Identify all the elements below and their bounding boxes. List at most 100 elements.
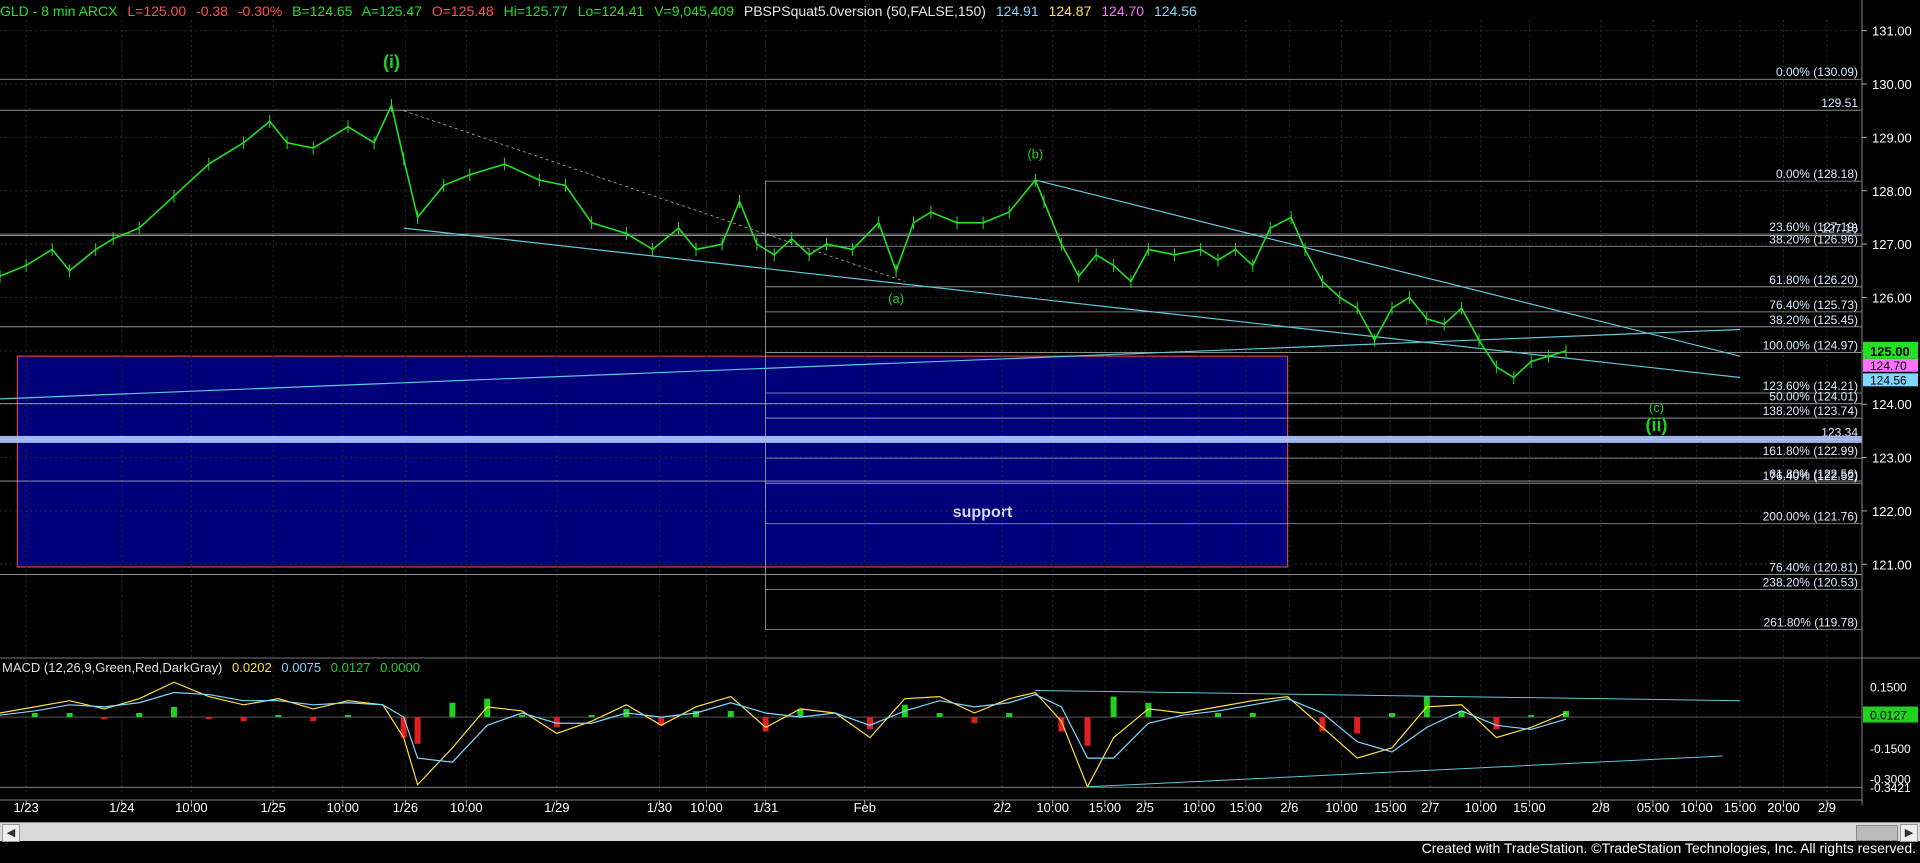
macd-histogram-bar xyxy=(519,715,525,718)
macd-histogram-bar xyxy=(240,717,247,722)
fib-level-label: 76.40% (125.73) xyxy=(1769,298,1858,312)
macd-title: MACD (12,26,9,Green,Red,DarkGray) xyxy=(2,660,223,675)
x-tick-label: 15:00 xyxy=(1374,800,1407,815)
macd-histogram-bar xyxy=(310,717,317,722)
x-tick-label: 10:00 xyxy=(450,800,483,815)
indicator-value-2: 124.87 xyxy=(1048,3,1092,19)
macd-histogram-bar xyxy=(588,715,595,718)
time-scrollbar[interactable]: ◀ ▶ xyxy=(0,822,1920,842)
last-price-label: 125.00 xyxy=(1870,344,1910,359)
fib-level-label: 129.51 xyxy=(1821,96,1858,110)
macd-histogram-bar xyxy=(101,717,108,720)
macd-histogram-bar xyxy=(205,717,212,720)
x-tick-label: 10:00 xyxy=(175,800,208,815)
macd-value-2: 0.0075 xyxy=(281,660,322,675)
x-tick-label: 1/31 xyxy=(753,800,778,815)
wave-label: (a) xyxy=(888,291,904,306)
y-tick-label: 124.00 xyxy=(1872,397,1912,412)
highlight-band xyxy=(0,435,1862,443)
x-tick-label: 2/8 xyxy=(1592,800,1610,815)
macd-histogram-bar xyxy=(66,713,73,718)
macd-histogram-bar xyxy=(1084,717,1091,746)
macd-y-tick-label: 0.0127 xyxy=(1870,708,1907,722)
macd-histogram-bar xyxy=(1354,717,1361,734)
macd-histogram-bar xyxy=(1389,713,1395,718)
indicator-label: PBSPSquat5.0version (50,FALSE,150) xyxy=(743,3,986,19)
macd-histogram-bar xyxy=(345,715,351,718)
scroll-thumb[interactable] xyxy=(1856,825,1898,841)
fib-level-label: 38.20% (125.45) xyxy=(1769,313,1858,327)
x-tick-label: Feb xyxy=(854,800,876,815)
x-tick-label: 2/9 xyxy=(1818,800,1836,815)
right-marker-label: 124.70 xyxy=(1870,359,1907,373)
x-tick-label: 10:00 xyxy=(1680,800,1713,815)
support-zone-label: support xyxy=(953,504,1013,521)
ask-label: A=125.47 xyxy=(361,3,422,19)
x-tick-label: 10:00 xyxy=(1183,800,1216,815)
macd-histogram-bar xyxy=(1215,713,1221,718)
y-tick-label: 131.00 xyxy=(1872,24,1912,39)
fib-level-label: 100.00% (124.97) xyxy=(1763,338,1858,352)
fib-level-label: 176.40% (122.52) xyxy=(1763,469,1858,483)
fib-level-label: 0.00% (128.18) xyxy=(1776,167,1858,181)
wave-label: (c) xyxy=(1649,400,1664,415)
y-tick-label: 129.00 xyxy=(1872,130,1912,145)
fib-level-label: 38.20% (126.96) xyxy=(1769,232,1858,246)
volume-label: V=9,045,409 xyxy=(654,3,734,19)
x-tick-label: 15:00 xyxy=(1724,800,1757,815)
change-label: -0.38 xyxy=(196,3,228,19)
wave-label: (i) xyxy=(383,52,400,72)
x-tick-label: 10:00 xyxy=(1036,800,1069,815)
x-tick-label: 2/5 xyxy=(1136,800,1154,815)
chart-canvas: support 0.00% (130.09) 129.51 0.00% (128.1… xyxy=(0,0,1920,858)
x-tick-label: 2/6 xyxy=(1280,800,1298,815)
chart-root: support 0.00% (130.09) 129.51 0.00% (128.1… xyxy=(0,0,1920,858)
macd-histogram-bar xyxy=(1528,715,1535,718)
bid-label: B=124.65 xyxy=(292,3,353,19)
chart-header: GLD - 8 min ARCX L=125.00 -0.38 -0.30% B… xyxy=(0,0,1864,22)
macd-y-tick-label: 0.1500 xyxy=(1870,680,1907,694)
fib-level-label: 238.20% (120.53) xyxy=(1763,575,1858,589)
macd-value-1: 0.0202 xyxy=(231,660,272,675)
macd-histogram-bar xyxy=(936,713,943,718)
macd-header: MACD (12,26,9,Green,Red,DarkGray) 0.0202… xyxy=(2,660,426,675)
wave-label: (ii) xyxy=(1645,415,1667,435)
right-marker-label: 124.56 xyxy=(1870,373,1907,387)
fib-level-label: 76.40% (120.81) xyxy=(1769,560,1858,574)
x-tick-label: 1/29 xyxy=(544,800,569,815)
fib-level-label: 61.80% (126.20) xyxy=(1769,273,1858,287)
macd-value-3: 0.0127 xyxy=(330,660,371,675)
macd-histogram-bar xyxy=(171,706,177,718)
y-tick-label: 121.00 xyxy=(1872,557,1912,572)
macd-histogram-bar xyxy=(727,710,734,718)
wave-label: (b) xyxy=(1027,147,1043,162)
y-tick-label: 122.00 xyxy=(1872,504,1912,519)
macd-histogram-bar xyxy=(136,713,143,718)
macd-histogram-bar xyxy=(1110,696,1117,718)
x-tick-label: 15:00 xyxy=(1513,800,1546,815)
macd-histogram-bar xyxy=(414,717,421,744)
open-label: O=125.48 xyxy=(431,3,494,19)
footer-credit: Created with TradeStation. ©TradeStation… xyxy=(1421,840,1916,856)
macd-y-tick-label: -0.3421 xyxy=(1870,781,1911,795)
macd-histogram-bar xyxy=(1006,713,1013,718)
macd-histogram-bar xyxy=(275,715,282,718)
x-tick-label: 2/2 xyxy=(993,800,1011,815)
x-tick-label: 1/30 xyxy=(647,800,672,815)
y-tick-label: 126.00 xyxy=(1872,290,1912,305)
fib-level-label: 0.00% (130.09) xyxy=(1776,65,1858,79)
indicator-value-3: 124.70 xyxy=(1101,3,1145,19)
x-tick-label: 1/25 xyxy=(261,800,286,815)
last-price-label: L=125.00 xyxy=(127,3,187,19)
symbol-label: GLD - 8 min ARCX xyxy=(0,3,118,19)
x-tick-label: 10:00 xyxy=(1464,800,1497,815)
y-tick-label: 128.00 xyxy=(1872,184,1912,199)
scroll-left-arrow-icon[interactable]: ◀ xyxy=(2,824,20,842)
macd-histogram-bar xyxy=(1249,713,1256,718)
x-tick-label: 10:00 xyxy=(327,800,360,815)
fib-level-label: 50.00% (124.01) xyxy=(1769,390,1858,404)
low-label: Lo=124.41 xyxy=(577,3,645,19)
y-tick-label: 123.00 xyxy=(1872,451,1912,466)
fib-level-label: 138.20% (123.74) xyxy=(1763,404,1858,418)
x-tick-label: 15:00 xyxy=(1230,800,1263,815)
